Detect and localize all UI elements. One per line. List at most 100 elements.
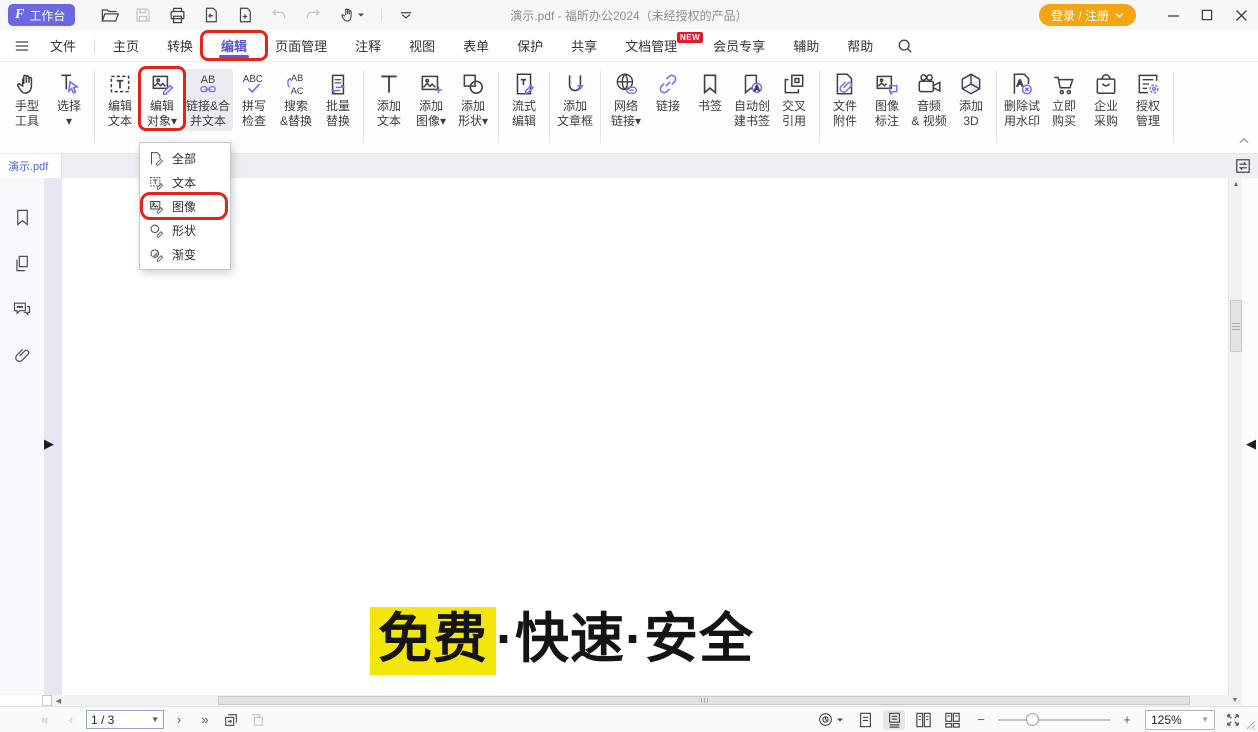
- ribbon-license-management[interactable]: 授权管理: [1127, 69, 1169, 131]
- redo-icon[interactable]: [301, 3, 325, 27]
- zoom-level-input[interactable]: 125% ▼: [1145, 710, 1215, 730]
- ribbon-edit-text[interactable]: 编辑文本: [99, 69, 141, 131]
- document-page[interactable]: 免费·快速·安全: [62, 178, 1228, 695]
- single-page-view-button[interactable]: [854, 710, 876, 730]
- bookmarks-panel-icon[interactable]: [11, 206, 33, 228]
- scrollbar-splitter-box[interactable]: [42, 695, 52, 706]
- workspace-button[interactable]: F 工作台: [8, 4, 75, 26]
- zoom-out-button[interactable]: −: [970, 710, 992, 730]
- menu-item-edit[interactable]: 编辑: [207, 30, 261, 61]
- zoom-dropdown-caret-icon[interactable]: ▼: [1201, 715, 1209, 724]
- menu-item-file[interactable]: 文件: [36, 30, 90, 61]
- ribbon-select[interactable]: 选择▾: [48, 69, 90, 131]
- menu-item-protect[interactable]: 保护: [503, 30, 557, 61]
- window-resize-grip[interactable]: [1244, 718, 1256, 730]
- attachments-panel-icon[interactable]: [11, 344, 33, 366]
- comments-panel-icon[interactable]: [11, 298, 33, 320]
- print-icon[interactable]: [165, 3, 189, 27]
- panel-expand-handle-left[interactable]: ▶: [44, 436, 54, 452]
- dropdown-item-image[interactable]: 图像: [140, 194, 230, 218]
- scroll-left-icon[interactable]: ◀: [52, 695, 65, 706]
- open-folder-icon[interactable]: [97, 3, 121, 27]
- ribbon-add-article-box[interactable]: 添加文章框: [554, 69, 596, 131]
- new-page-icon[interactable]: [233, 3, 257, 27]
- ribbon-link[interactable]: 链接: [647, 69, 689, 116]
- ribbon-add-text[interactable]: 添加文本: [368, 69, 410, 131]
- dropdown-item-gradient[interactable]: 渐变: [140, 242, 230, 266]
- menu-item-assist[interactable]: 辅助: [779, 30, 833, 61]
- ribbon-search-replace[interactable]: ABAC 搜索&替换: [275, 69, 317, 131]
- ribbon-image-annotation[interactable]: 图像标注: [866, 69, 908, 131]
- ribbon-web-link[interactable]: 网络链接▾: [605, 69, 647, 131]
- vertical-scroll-thumb[interactable]: [1230, 300, 1242, 352]
- dropdown-item-text[interactable]: 文本: [140, 170, 230, 194]
- minimize-button[interactable]: [1156, 0, 1190, 30]
- scroll-up-icon[interactable]: ▲: [1229, 178, 1243, 191]
- close-button[interactable]: [1224, 0, 1258, 30]
- ribbon-remove-trial-watermark[interactable]: A 删除试用水印: [1001, 69, 1043, 131]
- pages-panel-icon[interactable]: [11, 252, 33, 274]
- fullscreen-button[interactable]: [1222, 710, 1244, 730]
- horizontal-scrollbar[interactable]: ◀ ▶: [52, 695, 1242, 706]
- ribbon-hand-tool[interactable]: 手型工具: [6, 69, 48, 131]
- page-dropdown-caret-icon[interactable]: ▼: [151, 715, 159, 724]
- ribbon-add-image[interactable]: 添加图像▾: [410, 69, 452, 131]
- ribbon-edit-object[interactable]: 编辑对象▾: [141, 69, 183, 131]
- menu-item-page-management[interactable]: 页面管理: [261, 30, 341, 61]
- touch-mode-button[interactable]: [335, 3, 369, 27]
- menu-item-doc-management[interactable]: 文档管理NEW: [611, 30, 691, 61]
- next-page-button[interactable]: ›: [168, 710, 190, 730]
- ribbon-link-merge-text[interactable]: AB 链接&合并文本: [183, 69, 233, 131]
- menu-item-comment[interactable]: 注释: [341, 30, 395, 61]
- export-page-icon[interactable]: [199, 3, 223, 27]
- ribbon-add-3d[interactable]: 添加3D: [950, 69, 992, 131]
- ribbon-audio-video[interactable]: 音频& 视频: [908, 69, 950, 131]
- continuous-view-button[interactable]: [883, 710, 905, 730]
- ribbon-add-shape[interactable]: 添加形状▾: [452, 69, 494, 131]
- last-page-button[interactable]: »: [194, 710, 216, 730]
- ribbon-auto-bookmark[interactable]: A 自动创建书签: [731, 69, 773, 131]
- ribbon-mode-chevron-icon[interactable]: [394, 3, 418, 27]
- menu-item-help[interactable]: 帮助: [833, 30, 887, 61]
- ribbon-bookmark[interactable]: 书签: [689, 69, 731, 116]
- menu-item-share[interactable]: 共享: [557, 30, 611, 61]
- ribbon-flow-edit[interactable]: 流式编辑: [503, 69, 545, 131]
- page-number-input[interactable]: 1 / 3 ▼: [86, 710, 164, 729]
- horizontal-scroll-thumb[interactable]: [218, 696, 1190, 705]
- vertical-scrollbar[interactable]: ▲: [1228, 178, 1242, 706]
- login-register-button[interactable]: 登录 / 注册: [1039, 4, 1136, 26]
- ribbon-collapse-icon[interactable]: [1238, 135, 1250, 147]
- first-page-button[interactable]: «: [34, 710, 56, 730]
- ribbon-cross-reference[interactable]: 交叉引用: [773, 69, 815, 131]
- scroll-down-icon[interactable]: ▼: [1228, 695, 1242, 706]
- search-icon[interactable]: [887, 30, 923, 61]
- zoom-in-button[interactable]: +: [1116, 710, 1138, 730]
- menu-item-form[interactable]: 表单: [449, 30, 503, 61]
- undo-icon[interactable]: [267, 3, 291, 27]
- menu-item-convert[interactable]: 转换: [153, 30, 207, 61]
- facing-continuous-view-button[interactable]: [941, 710, 963, 730]
- previous-view-button[interactable]: [220, 710, 242, 730]
- ribbon-spell-check[interactable]: ABC 拼写检查: [233, 69, 275, 131]
- zoom-slider-knob[interactable]: [1026, 713, 1039, 726]
- dropdown-item-all[interactable]: 全部: [140, 146, 230, 170]
- hamburger-icon[interactable]: [0, 30, 36, 61]
- save-icon[interactable]: [131, 3, 155, 27]
- menu-item-member[interactable]: 会员专享: [699, 30, 779, 61]
- menu-item-home[interactable]: 主页: [99, 30, 153, 61]
- tab-demo-pdf[interactable]: 演示.pdf: [0, 154, 62, 178]
- ribbon-file-attachment[interactable]: 文件附件: [824, 69, 866, 131]
- menu-item-view[interactable]: 视图: [395, 30, 449, 61]
- tab-swap-icon[interactable]: [1228, 154, 1258, 178]
- zoom-slider[interactable]: [998, 719, 1110, 721]
- facing-view-button[interactable]: [912, 710, 934, 730]
- next-view-button[interactable]: [246, 710, 268, 730]
- previous-page-button[interactable]: ‹: [60, 710, 82, 730]
- maximize-button[interactable]: [1190, 0, 1224, 30]
- view-rotate-button[interactable]: [815, 710, 847, 730]
- ribbon-buy-now[interactable]: 立即购买: [1043, 69, 1085, 131]
- panel-expand-handle-right[interactable]: ◀: [1246, 436, 1256, 452]
- ribbon-enterprise-purchase[interactable]: 企业采购: [1085, 69, 1127, 131]
- dropdown-item-shape[interactable]: 形状: [140, 218, 230, 242]
- ribbon-batch-replace[interactable]: 批量替换: [317, 69, 359, 131]
